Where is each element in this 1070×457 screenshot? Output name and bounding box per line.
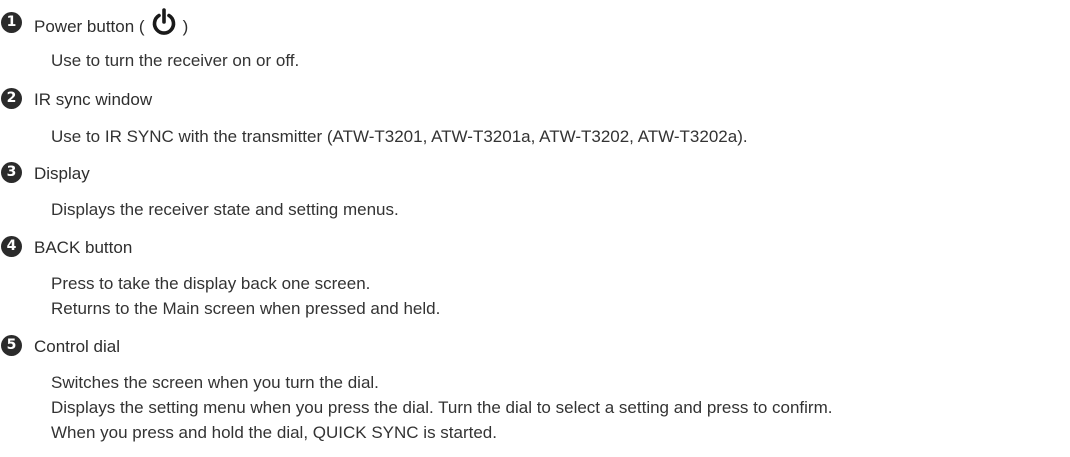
- item-desc: Press to take the display back one scree…: [51, 274, 371, 293]
- item-desc: Use to turn the receiver on or off.: [51, 51, 300, 70]
- item-title: Power button (): [34, 8, 189, 42]
- number-badge: 2: [1, 88, 22, 109]
- item-desc: Displays the setting menu when you press…: [51, 398, 833, 417]
- item-desc: Use to IR SYNC with the transmitter (ATW…: [51, 127, 748, 146]
- item-title: BACK button: [34, 238, 133, 257]
- item-title: Display: [34, 164, 90, 183]
- number-badge: 3: [1, 162, 22, 183]
- number-badge: 5: [1, 335, 22, 356]
- item-desc: Switches the screen when you turn the di…: [51, 373, 379, 392]
- item-desc: When you press and hold the dial, QUICK …: [51, 423, 497, 442]
- title-prefix: Power button (: [34, 16, 145, 36]
- power-icon: [149, 7, 179, 42]
- title-suffix: ): [182, 16, 189, 36]
- number-badge: 1: [1, 12, 22, 33]
- item-title: IR sync window: [34, 90, 153, 109]
- item-desc: Displays the receiver state and setting …: [51, 200, 399, 219]
- number-badge: 4: [1, 236, 22, 257]
- item-title: Control dial: [34, 337, 120, 356]
- item-desc: Returns to the Main screen when pressed …: [51, 299, 441, 318]
